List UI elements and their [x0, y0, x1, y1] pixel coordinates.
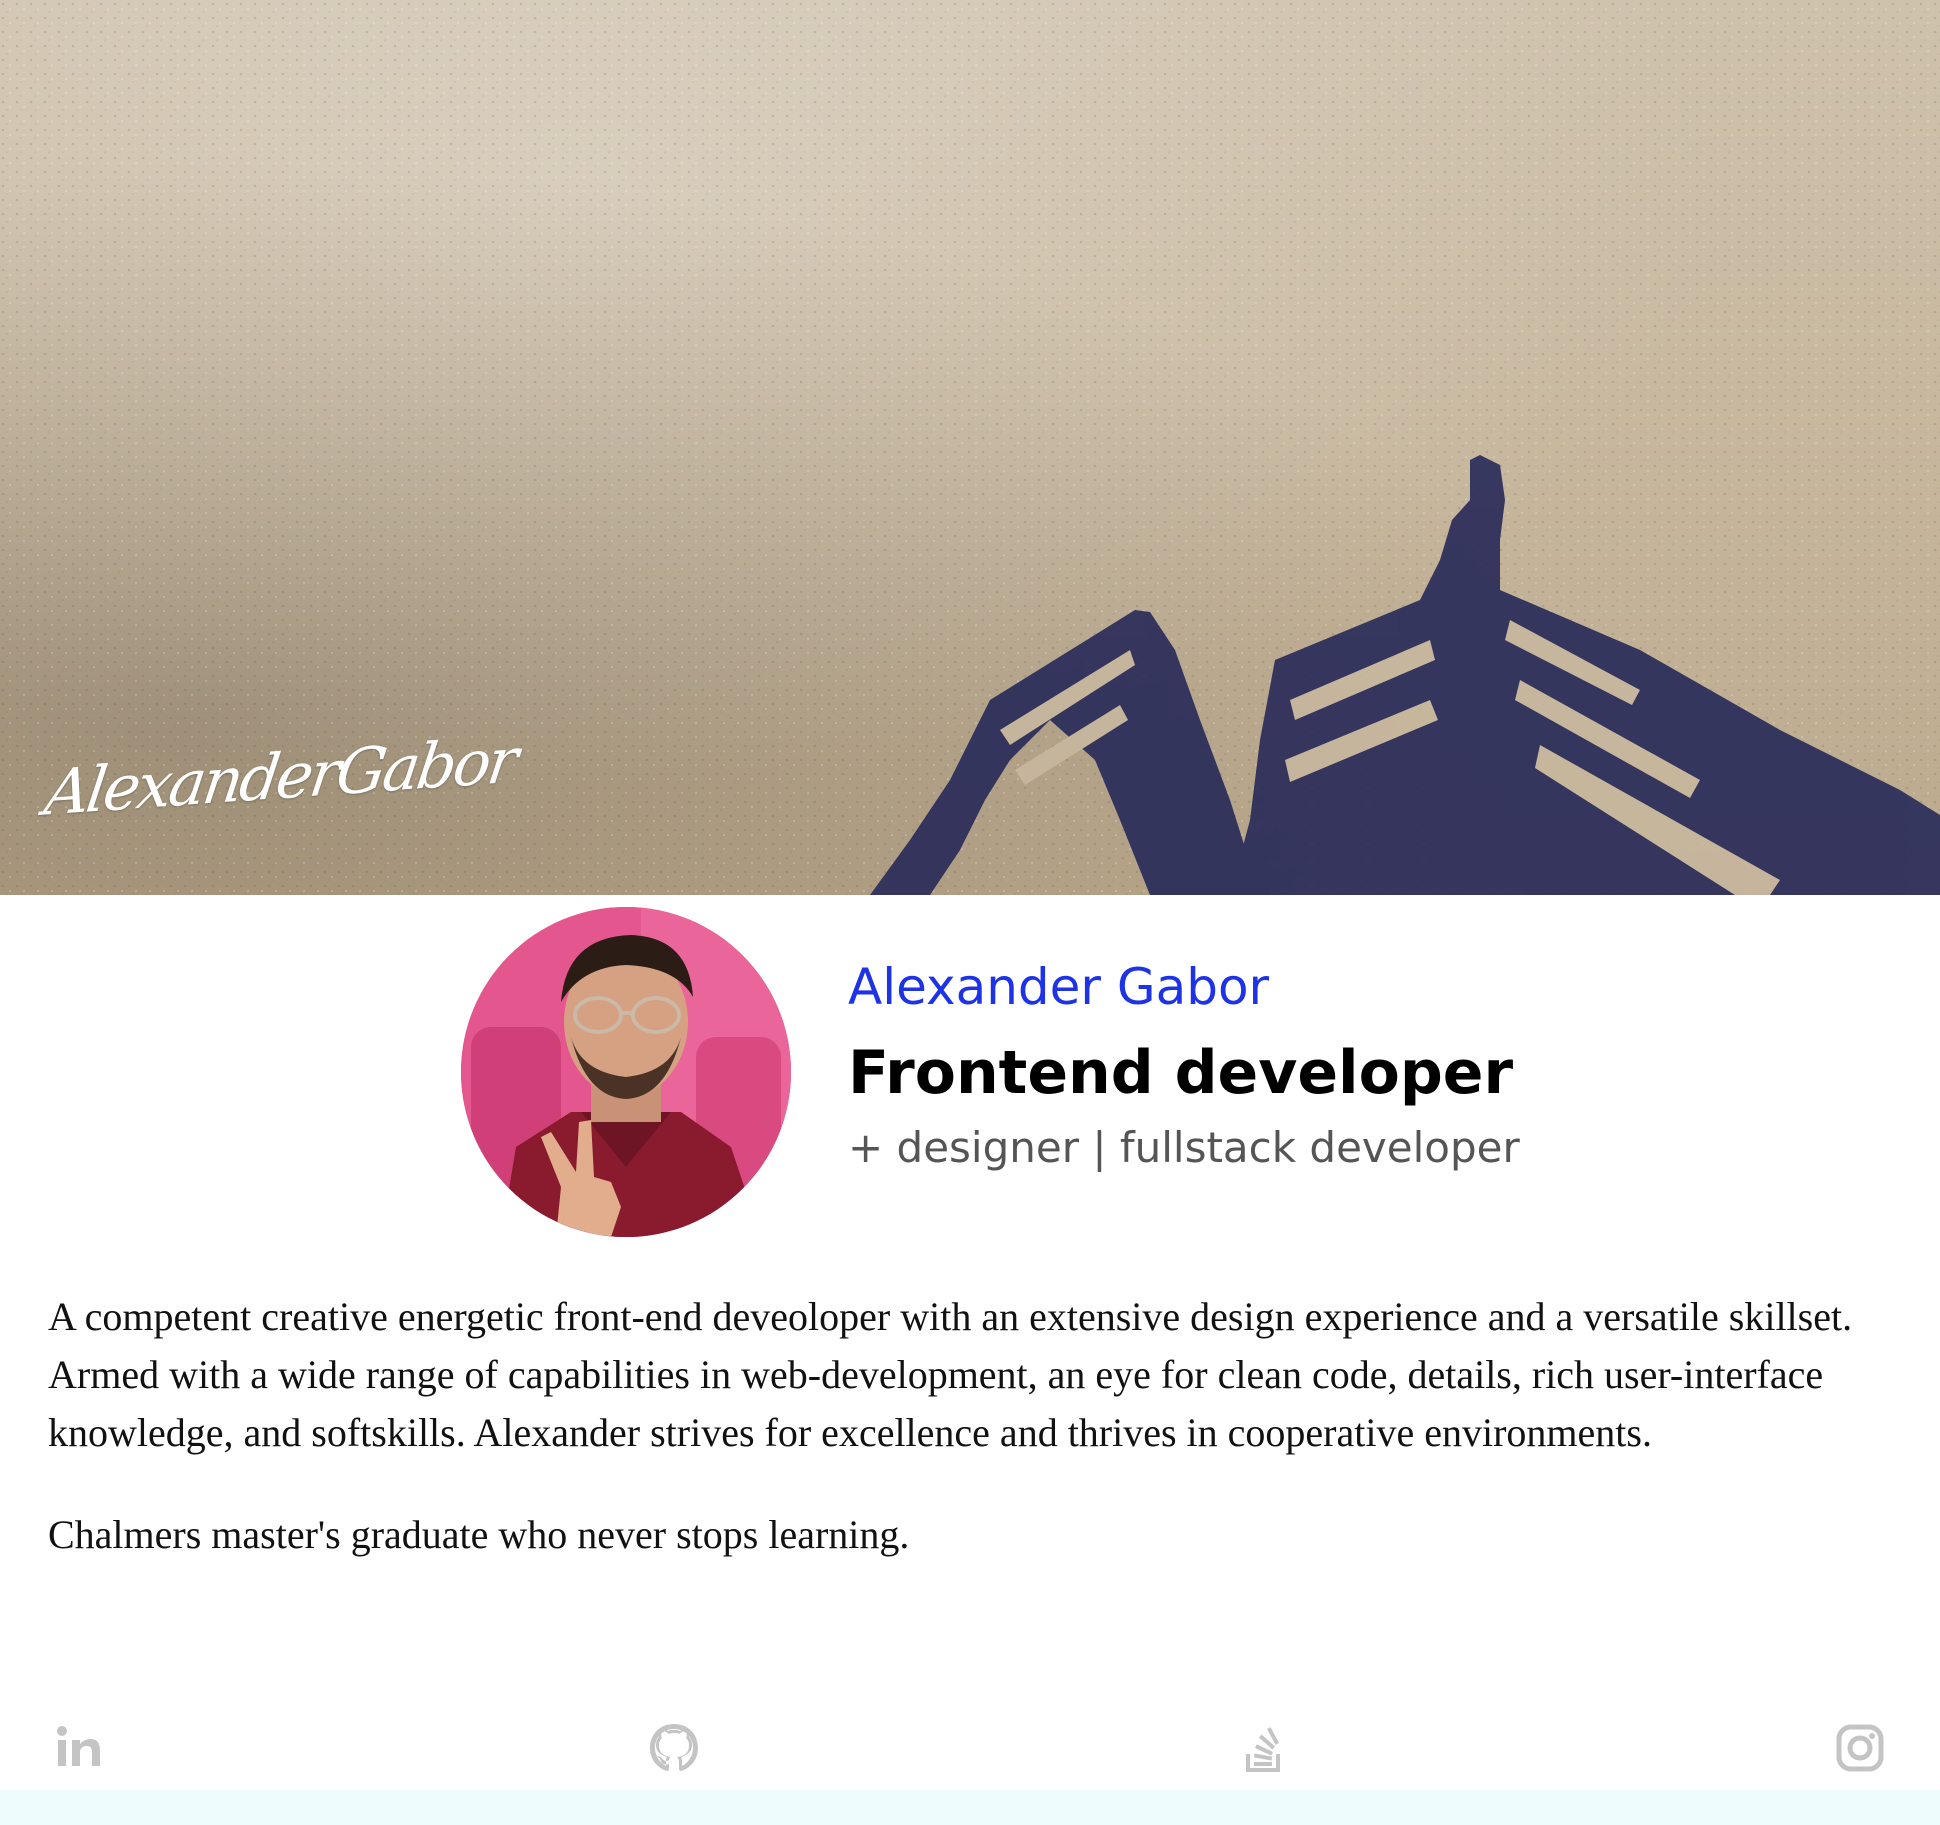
stackoverflow-icon[interactable] [1236, 1720, 1292, 1776]
bio: A competent creative energetic front-end… [48, 1288, 1898, 1564]
profile-role: Frontend developer [848, 1038, 1514, 1108]
profile-photo-icon [461, 907, 791, 1237]
profile-name: Alexander Gabor [848, 958, 1270, 1016]
bio-paragraph: A competent creative energetic front-end… [48, 1294, 1853, 1455]
profile-subrole: + designer | fullstack developer [848, 1123, 1520, 1172]
footer-bar [0, 1790, 1940, 1825]
social-links [0, 1720, 1940, 1790]
bio-paragraph: Chalmers master's graduate who never sto… [48, 1512, 910, 1557]
instagram-icon[interactable] [1832, 1720, 1888, 1776]
github-icon[interactable] [646, 1720, 702, 1776]
linkedin-icon[interactable] [52, 1720, 108, 1776]
hero-banner: AlexanderGabor [0, 0, 1940, 895]
avatar [461, 907, 791, 1237]
